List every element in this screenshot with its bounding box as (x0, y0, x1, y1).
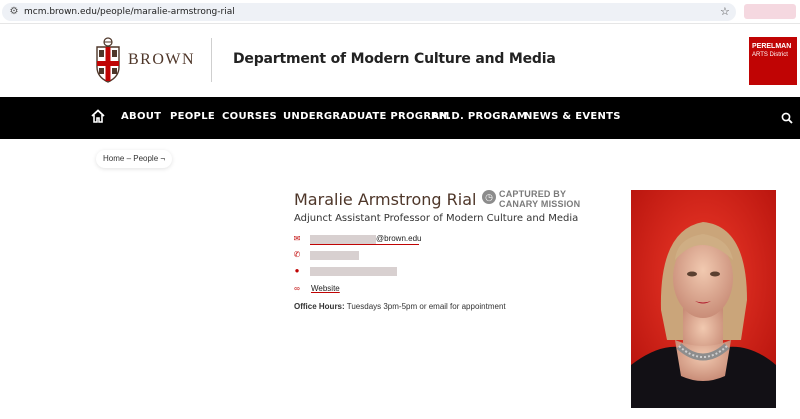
department-title[interactable]: Department of Modern Culture and Media (233, 51, 556, 67)
canary-mission-text: CAPTURED BY CANARY MISSION (499, 189, 580, 209)
phone-redacted (310, 251, 359, 260)
address-bar[interactable]: ⚙ mcm.brown.edu/people/maralie-armstrong… (2, 3, 736, 21)
email-underline (310, 244, 419, 245)
browser-profile-chip[interactable] (744, 4, 796, 19)
link-icon: ∞ (294, 284, 300, 293)
perelman-arts-district-logo[interactable]: PERELMAN ARTS District (749, 37, 797, 85)
clock-icon: ◷ (482, 190, 496, 204)
phone-row: ✆ (292, 249, 372, 261)
profile-photo-image (631, 190, 776, 408)
pad-logo-line1: PERELMAN (752, 43, 792, 50)
profile-name: Maralie Armstrong Rial (294, 190, 477, 209)
location-redacted (310, 267, 397, 276)
pad-logo-line2: ARTS District (752, 52, 788, 58)
breadcrumb[interactable]: Home – People ¬ (96, 150, 173, 168)
profile-photo (631, 190, 776, 408)
location-row: ● (292, 265, 402, 277)
home-icon[interactable] (91, 109, 105, 123)
envelope-icon: ✉ (293, 234, 301, 243)
email-row: ✉ @brown.edu (292, 233, 432, 245)
canary-line2: CANARY MISSION (499, 199, 581, 209)
office-hours-label: Office Hours: (294, 302, 345, 311)
website-link[interactable]: Website (311, 283, 340, 295)
header-divider (211, 38, 212, 82)
search-icon[interactable] (781, 112, 793, 124)
map-pin-icon: ● (294, 266, 300, 275)
nav-item-people[interactable]: PEOPLE (170, 111, 215, 122)
nav-item-news-events[interactable]: NEWS & EVENTS (524, 111, 621, 122)
bookmark-star-icon[interactable]: ☆ (720, 6, 730, 18)
office-hours: Office Hours: Tuesdays 3pm-5pm or email … (294, 302, 506, 311)
brown-wordmark: BROWN (128, 51, 196, 68)
url-text[interactable]: mcm.brown.edu/people/maralie-armstrong-r… (24, 6, 235, 18)
nav-item-courses[interactable]: COURSES (222, 111, 277, 122)
site-settings-icon[interactable]: ⚙ (8, 6, 20, 18)
brown-shield-icon (96, 37, 120, 83)
nav-item-phd-program[interactable]: PH.D. PROGRAM (431, 111, 527, 122)
site-header: BROWN Department of Modern Culture and M… (0, 24, 800, 97)
canary-line1: CAPTURED BY (499, 189, 567, 199)
profile-title: Adjunct Assistant Professor of Modern Cu… (294, 213, 579, 224)
office-hours-value: Tuesdays 3pm-5pm or email for appointmen… (344, 302, 506, 311)
nav-item-about[interactable]: ABOUT (121, 111, 161, 122)
website-row: ∞ Website (292, 283, 372, 295)
email-redacted (310, 235, 376, 244)
main-nav: ABOUT PEOPLE COURSES UNDERGRADUATE PROGR… (0, 97, 800, 139)
phone-icon: ✆ (293, 250, 301, 259)
nav-item-undergraduate-program[interactable]: UNDERGRADUATE PROGRAM (283, 111, 450, 122)
browser-toolbar: ⚙ mcm.brown.edu/people/maralie-armstrong… (0, 0, 800, 24)
brown-logo[interactable]: BROWN (93, 37, 194, 85)
